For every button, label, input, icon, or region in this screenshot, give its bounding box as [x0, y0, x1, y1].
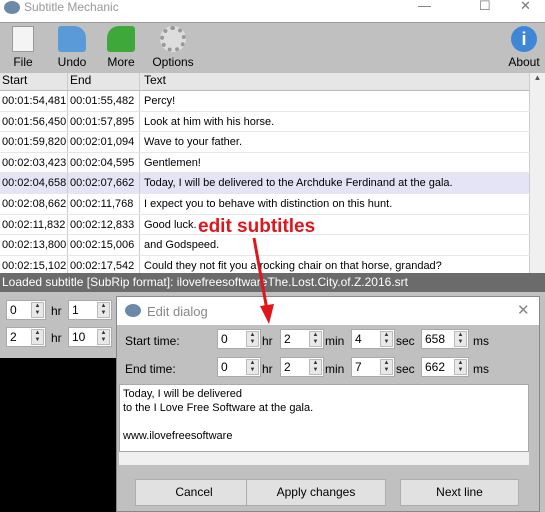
window-title: Subtitle Mechanic	[24, 0, 119, 14]
start-cell: 00:02:13,800	[0, 235, 68, 255]
text-cell: Gentlemen!	[140, 152, 530, 173]
undo-button[interactable]: Undo	[55, 26, 89, 69]
apply-changes-button[interactable]: Apply changes	[246, 479, 386, 506]
table-row[interactable]: 00:02:03,423 00:02:04,595 Gentlemen!	[0, 152, 530, 174]
about-label: About	[508, 55, 540, 69]
start-cell: 00:02:08,662	[0, 193, 68, 214]
undo-icon	[58, 26, 86, 52]
column-end[interactable]: End	[68, 73, 140, 90]
unit-label: min	[325, 362, 345, 376]
text-cell: Today, I will be delivered to the Archdu…	[140, 173, 530, 193]
text-cell: Could they not fit you a rocking chair o…	[140, 255, 530, 273]
minimize-button[interactable]: —	[418, 0, 431, 13]
hr-label: hr	[51, 304, 62, 318]
gear-icon	[160, 26, 186, 52]
unit-label: hr	[262, 334, 273, 348]
next-line-button[interactable]: Next line	[400, 479, 519, 506]
end-min-spin[interactable]: 2 ▲ ▼	[280, 357, 324, 377]
end-cell: 00:01:57,895	[68, 111, 140, 132]
end-min-spin[interactable]: 10 ▲ ▼	[68, 327, 112, 347]
file-button[interactable]: File	[8, 26, 38, 69]
more-button[interactable]: More	[104, 26, 138, 69]
start-hr-spin[interactable]: 0 ▲ ▼	[217, 329, 261, 349]
start-cell: 00:01:59,820	[0, 132, 68, 152]
app-icon	[4, 1, 20, 14]
start-cell: 00:02:04,658	[0, 173, 68, 193]
annotation-arrow	[252, 237, 274, 324]
start-min-spin[interactable]: 1 ▲ ▼	[68, 300, 112, 320]
start-hr-spin[interactable]: 0 ▲ ▼	[6, 300, 46, 320]
text-cell: I expect you to behave with distinction …	[140, 193, 530, 214]
start-sec-spin[interactable]: 4 ▲ ▼	[351, 329, 395, 349]
start-cell: 00:02:15,102	[0, 255, 68, 273]
subtitle-text-area[interactable]: Today, I will be delivered to the I Love…	[119, 384, 529, 452]
end-time-label: End time:	[125, 362, 176, 376]
table-row[interactable]: 00:02:08,662 00:02:11,768 I expect you to …	[0, 193, 530, 215]
end-cell: 00:02:04,595	[68, 152, 140, 173]
about-button[interactable]: i About	[506, 26, 542, 69]
start-cell: 00:02:03,423	[0, 152, 68, 173]
end-cell: 00:02:01,094	[68, 132, 140, 152]
end-cell: 00:02:17,542	[68, 255, 140, 273]
close-button[interactable]: ✕	[520, 0, 531, 14]
toolbar: File Undo More Options i About	[0, 22, 545, 72]
unit-label: ms	[473, 362, 489, 376]
table-row[interactable]: 00:01:59,820 00:02:01,094 Wave to your fat…	[0, 132, 530, 153]
unit-label: min	[325, 334, 345, 348]
start-cell: 00:01:56,450	[0, 111, 68, 132]
title-bar: Subtitle Mechanic — ☐ ✕	[0, 0, 545, 22]
column-text[interactable]: Text	[140, 73, 530, 90]
table-row[interactable]: 00:01:56,450 00:01:57,895 Look at him with…	[0, 111, 530, 133]
options-label: Options	[152, 55, 194, 69]
options-button[interactable]: Options	[148, 26, 198, 69]
app-icon	[125, 304, 141, 317]
end-cell: 00:01:55,482	[68, 91, 140, 111]
video-preview	[0, 358, 116, 512]
text-cell: Wave to your father.	[140, 132, 530, 152]
text-cell: Percy!	[140, 91, 530, 111]
file-label: File	[13, 55, 33, 69]
more-icon	[107, 26, 135, 52]
dialog-title: Edit dialog	[147, 304, 208, 319]
text-cell: Look at him with his horse.	[140, 111, 530, 132]
start-cell: 00:01:54,481	[0, 91, 68, 111]
unit-label: ms	[473, 334, 489, 348]
text-cell: and Godspeed.	[140, 235, 530, 255]
unit-label: hr	[262, 362, 273, 376]
end-hr-spin[interactable]: 2 ▲ ▼	[6, 327, 46, 347]
start-cell: 00:02:11,832	[0, 214, 68, 235]
start-min-spin[interactable]: 2 ▲ ▼	[280, 329, 324, 349]
hr-label: hr	[51, 331, 62, 345]
annotation-label: edit subtitles	[198, 216, 316, 237]
dialog-title-bar: Edit dialog ✕	[117, 297, 539, 325]
table-row[interactable]: 00:01:54,481 00:01:55,482 Percy!	[0, 91, 530, 112]
end-cell: 00:02:07,662	[68, 173, 140, 193]
cancel-button[interactable]: Cancel	[135, 479, 253, 506]
more-label: More	[107, 55, 135, 69]
file-icon	[12, 26, 34, 52]
column-start[interactable]: Start	[0, 73, 68, 90]
end-hr-spin[interactable]: 0 ▲ ▼	[217, 357, 261, 377]
table-header: Start End Text	[0, 73, 530, 91]
start-ms-spin[interactable]: 658 ▲ ▼	[421, 329, 469, 349]
start-time-label: Start time:	[125, 334, 180, 348]
info-icon: i	[511, 26, 537, 52]
unit-label: sec	[396, 334, 415, 348]
end-cell: 00:02:12,833	[68, 214, 140, 235]
maximize-button[interactable]: ☐	[479, 0, 491, 14]
end-cell: 00:02:15,006	[68, 235, 140, 255]
vertical-scrollbar[interactable]: ▲	[530, 73, 545, 273]
end-cell: 00:02:11,768	[68, 193, 140, 214]
undo-label: Undo	[57, 55, 87, 69]
horizontal-scrollbar[interactable]	[119, 452, 529, 465]
unit-label: sec	[396, 362, 415, 376]
dialog-close-button[interactable]: ✕	[517, 301, 530, 319]
table-row[interactable]: 00:02:04,658 00:02:07,662 Today, I will be…	[0, 173, 530, 194]
edit-dialog: Edit dialog ✕ Start time: End time: 0 ▲ ▼ h…	[116, 296, 540, 512]
end-sec-spin[interactable]: 7 ▲ ▼	[351, 357, 395, 377]
end-ms-spin[interactable]: 662 ▲ ▼	[421, 357, 469, 377]
